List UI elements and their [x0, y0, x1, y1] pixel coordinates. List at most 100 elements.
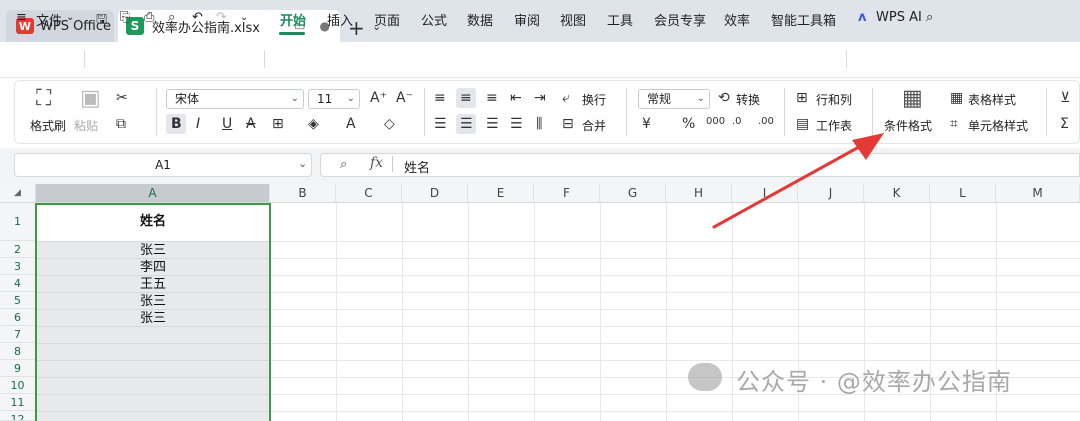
format-painter-label[interactable]: 格式刷 [30, 117, 66, 134]
fx-icon[interactable]: fx [370, 155, 383, 171]
zoom-formula-icon[interactable]: ⌕ [340, 157, 347, 172]
bold-icon[interactable]: B [171, 116, 182, 132]
redo-icon[interactable]: ↷ [216, 10, 227, 25]
menu-file[interactable]: 文件 [36, 10, 62, 29]
search-icon[interactable]: ⌕ [926, 10, 933, 25]
convert-icon[interactable]: ⟲ [718, 90, 730, 106]
font-name-select[interactable]: 宋体 ⌄ [166, 89, 304, 109]
select-all-corner[interactable]: ◢ [0, 184, 36, 203]
copy-icon[interactable]: ⧉ [116, 116, 126, 132]
font-size-select[interactable]: 11 ⌄ [308, 89, 360, 109]
italic-icon[interactable]: I [196, 116, 200, 132]
font-color-icon[interactable]: A [346, 116, 356, 132]
cell-a9[interactable] [36, 360, 270, 377]
currency-icon[interactable]: ¥ [642, 116, 651, 132]
number-format-select[interactable]: 常规 ⌄ [638, 89, 710, 109]
menu-item-view[interactable]: 视图 [560, 10, 586, 29]
conditional-format-icon[interactable]: ▦ [902, 86, 923, 111]
chevron-down-icon[interactable]: ⌄ [298, 157, 307, 170]
merge-label[interactable]: 合并 [582, 117, 606, 134]
cut-icon[interactable]: ✂ [116, 90, 128, 106]
cell-a7[interactable] [36, 326, 270, 343]
name-box[interactable]: A1 [14, 153, 312, 177]
cell-a2[interactable]: 张三 [36, 241, 270, 258]
row-col-label[interactable]: 行和列 [816, 91, 852, 108]
column-header-b[interactable]: B [270, 184, 336, 203]
menu-item-formula[interactable]: 公式 [421, 10, 447, 29]
menu-item-efficiency[interactable]: 效率 [724, 10, 750, 29]
row-header[interactable]: 6 [0, 309, 36, 326]
menu-item-tools[interactable]: 工具 [607, 10, 633, 29]
row-header[interactable]: 7 [0, 326, 36, 343]
column-header-d[interactable]: D [402, 184, 468, 203]
row-header[interactable]: 2 [0, 241, 36, 258]
strikethrough-icon[interactable]: A [246, 116, 256, 132]
cell-a8[interactable] [36, 343, 270, 360]
column-header-a[interactable]: A [36, 184, 270, 203]
row-header[interactable]: 4 [0, 275, 36, 292]
align-center-icon[interactable]: ☰ [460, 116, 473, 132]
merge-icon[interactable]: ⊟ [562, 116, 574, 132]
row-header[interactable]: 1 [0, 203, 36, 241]
paste-label[interactable]: 粘贴 [74, 117, 98, 134]
increase-font-icon[interactable]: A⁺ [370, 90, 387, 106]
menu-item-review[interactable]: 审阅 [514, 10, 540, 29]
clear-format-icon[interactable]: ◇ [384, 116, 395, 132]
row-header[interactable]: 3 [0, 258, 36, 275]
cell-style-label[interactable]: 单元格样式 [968, 117, 1028, 134]
format-painter-icon[interactable]: ⛶ [36, 86, 51, 111]
convert-label[interactable]: 转换 [736, 91, 760, 108]
menu-item-smart-toolbox[interactable]: 智能工具箱 [771, 10, 836, 29]
paste-icon[interactable]: ▣ [80, 86, 101, 111]
print-icon[interactable]: ⎙ [144, 10, 154, 25]
cell-style-icon[interactable]: ⌗ [950, 116, 958, 132]
underline-icon[interactable]: U [222, 116, 232, 132]
row-col-icon[interactable]: ⊞ [796, 90, 808, 106]
column-header-e[interactable]: E [468, 184, 534, 203]
chevron-down-icon[interactable]: ⌄ [240, 12, 248, 23]
menu-item-member[interactable]: 会员专享 [654, 10, 706, 29]
justify-icon[interactable]: ☰ [510, 116, 523, 132]
wrap-text-icon[interactable]: ⤶ [562, 90, 570, 106]
menu-item-wps-ai[interactable]: WPS AI [876, 10, 922, 25]
row-header[interactable]: 8 [0, 343, 36, 360]
table-style-label[interactable]: 表格样式 [968, 91, 1016, 108]
align-bottom-icon[interactable]: ≡ [486, 90, 498, 106]
cell-a1[interactable]: 姓名 [36, 203, 270, 241]
align-right-icon[interactable]: ☰ [486, 116, 499, 132]
table-style-icon[interactable]: ▦ [950, 90, 963, 106]
indent-increase-icon[interactable]: ⇥ [534, 90, 546, 106]
cell-a4[interactable]: 王五 [36, 275, 270, 292]
indent-decrease-icon[interactable]: ⇤ [510, 90, 522, 106]
align-left-icon[interactable]: ☰ [434, 116, 447, 132]
export-icon[interactable]: ⎘ [120, 10, 130, 25]
column-header-l[interactable]: L [930, 184, 996, 203]
column-header-c[interactable]: C [336, 184, 402, 203]
menu-item-insert[interactable]: 插入 [327, 10, 353, 29]
sum-icon[interactable]: Σ [1060, 116, 1069, 132]
chevron-down-icon[interactable]: ⌄ [66, 12, 74, 23]
cell-a5[interactable]: 张三 [36, 292, 270, 309]
save-icon[interactable]: 🖫 [96, 10, 107, 32]
cell-a12[interactable] [36, 411, 270, 421]
cell-a11[interactable] [36, 394, 270, 411]
cell-a3[interactable]: 李四 [36, 258, 270, 275]
row-header[interactable]: 5 [0, 292, 36, 309]
menu-item-page[interactable]: 页面 [374, 10, 400, 29]
decrease-font-icon[interactable]: A⁻ [396, 90, 413, 106]
align-middle-icon[interactable]: ≡ [460, 90, 472, 106]
row-header[interactable]: 12 [0, 411, 36, 421]
menu-item-home[interactable]: 开始 [280, 10, 306, 29]
print-preview-icon[interactable]: ⌕ [168, 10, 175, 25]
wrap-text-label[interactable]: 换行 [582, 91, 606, 108]
row-header[interactable]: 10 [0, 377, 36, 394]
cell-a10[interactable] [36, 377, 270, 394]
row-header[interactable]: 9 [0, 360, 36, 377]
menu-item-data[interactable]: 数据 [467, 10, 493, 29]
hamburger-icon[interactable]: ≡ [16, 10, 27, 25]
column-header-m[interactable]: M [996, 184, 1080, 203]
distributed-icon[interactable]: ⫼ [536, 116, 542, 132]
undo-icon[interactable]: ↶ [192, 10, 203, 25]
column-header-g[interactable]: G [600, 184, 666, 203]
column-header-f[interactable]: F [534, 184, 600, 203]
